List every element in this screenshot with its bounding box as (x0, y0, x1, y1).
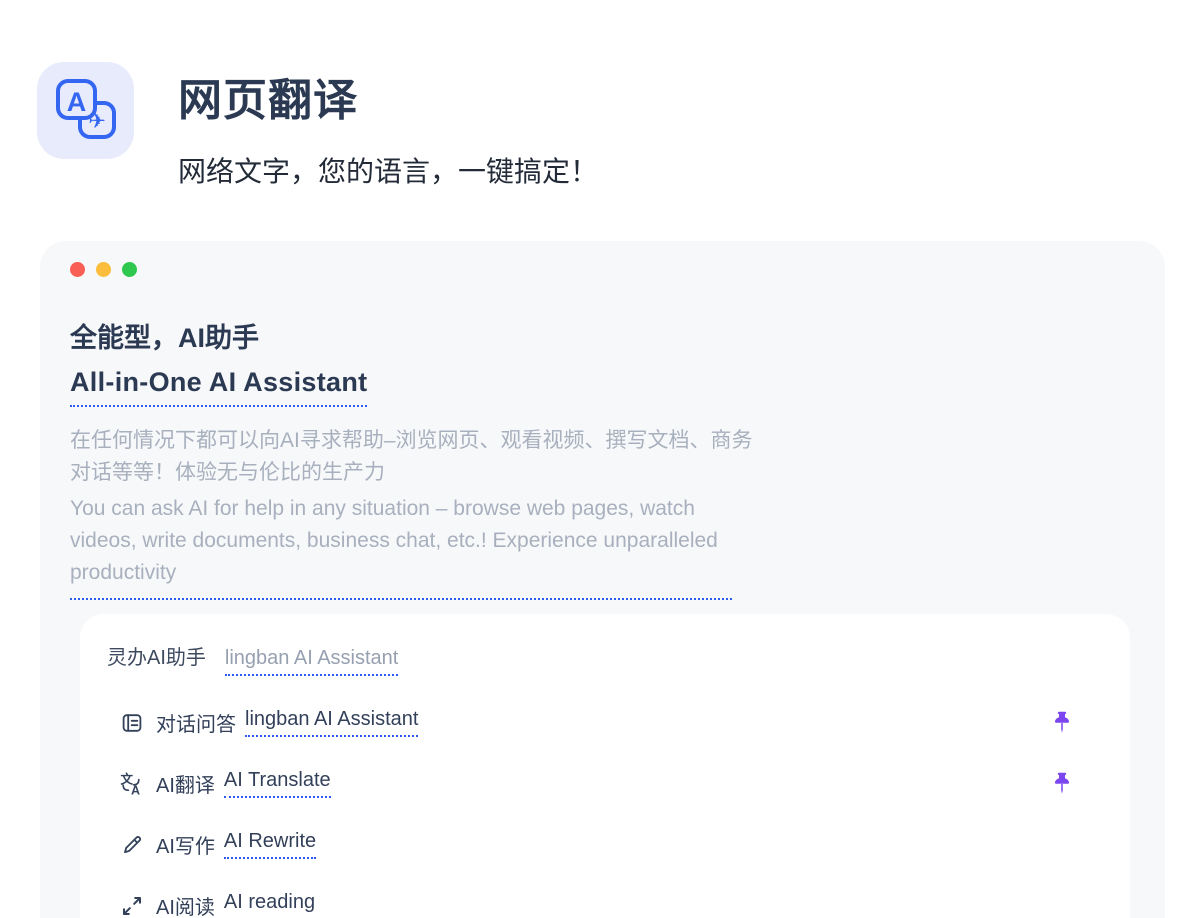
page-title: 网页翻译 (178, 64, 598, 128)
translate-app-icon: ✈ A (37, 62, 134, 159)
pin-icon[interactable] (1053, 709, 1071, 737)
chat-doc-icon (120, 711, 144, 735)
menu-label-english-translated: AI Rewrite (224, 830, 316, 859)
heading-chinese: 全能型，AI助手 (70, 316, 1165, 355)
menu-item-ai-translate[interactable]: 文 A AI翻译 AI Translate (107, 769, 1090, 798)
description-chinese: 在任何情况下都可以向AI寻求帮助–浏览网页、观看视频、撰写文档、商务对话等等！体… (70, 425, 760, 489)
letter-a-glyph: A (67, 87, 87, 117)
close-dot-icon[interactable] (70, 262, 85, 277)
page-header: ✈ A 网页翻译 网络文字，您的语言，一键搞定！ (37, 62, 1200, 190)
traffic-lights (70, 262, 1165, 277)
translate-icon: 文 A (120, 772, 144, 796)
menu-label-english-translated: lingban AI Assistant (245, 708, 418, 737)
description-english-translated: You can ask AI for help in any situation… (70, 493, 732, 600)
menu-label-chinese: AI阅读 (156, 891, 215, 918)
heading-english-translated: All-in-One AI Assistant (70, 367, 367, 407)
menu-label-english-translated: AI Translate (224, 769, 331, 798)
menu-label-english-translated: AI reading (224, 891, 315, 918)
menu-item-ai-rewrite[interactable]: AI写作 AI Rewrite (107, 830, 1090, 859)
assistant-panel: 灵办AI助手 lingban AI Assistant 对话问答 lingban… (80, 614, 1130, 918)
pin-icon[interactable] (1053, 770, 1071, 798)
preview-window: 全能型，AI助手 All-in-One AI Assistant 在任何情况下都… (40, 241, 1165, 918)
menu-label-chinese: 对话问答 (156, 708, 236, 737)
menu-item-ai-reading[interactable]: AI阅读 AI reading (107, 891, 1090, 918)
menu-item-chat-qa[interactable]: 对话问答 lingban AI Assistant (107, 708, 1090, 737)
minimize-dot-icon[interactable] (96, 262, 111, 277)
zoom-dot-icon[interactable] (122, 262, 137, 277)
page-subtitle: 网络文字，您的语言，一键搞定！ (178, 150, 598, 190)
assistant-panel-header: 灵办AI助手 lingban AI Assistant (107, 641, 1090, 676)
assistant-name-english-translated: lingban AI Assistant (225, 647, 398, 676)
menu-label-chinese: AI写作 (156, 830, 215, 859)
menu-label-chinese: AI翻译 (156, 769, 215, 798)
assistant-name-chinese: 灵办AI助手 (107, 641, 206, 670)
expand-arrows-icon (120, 894, 144, 918)
pencil-icon (120, 833, 144, 857)
